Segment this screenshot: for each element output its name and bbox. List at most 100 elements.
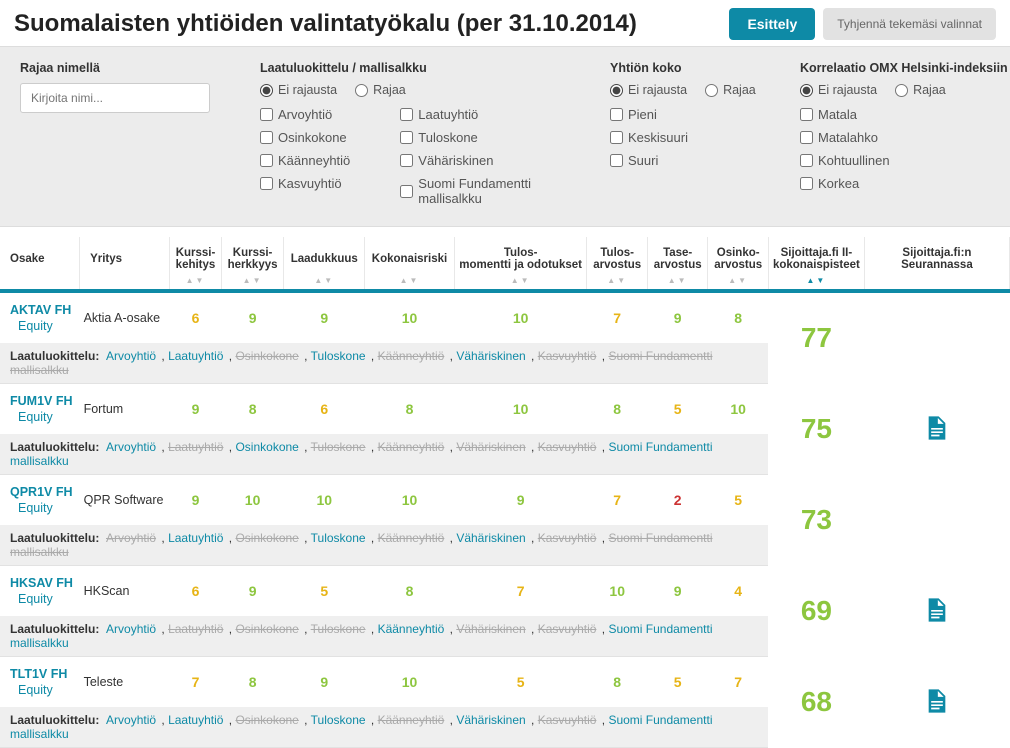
size-check-2[interactable]: Suuri <box>610 153 760 168</box>
score-cell: 9 <box>170 384 222 435</box>
doc-cell[interactable] <box>864 384 1009 475</box>
col-header-4[interactable]: Laadukkuus▲▼ <box>284 237 365 291</box>
score-cell: 8 <box>221 657 284 708</box>
size-check-1[interactable]: Keskisuuri <box>610 130 760 145</box>
ticker-cell[interactable]: TLT1V FHEquity <box>0 657 80 708</box>
doc-cell[interactable] <box>864 566 1009 657</box>
col-header-7[interactable]: Tulos-arvostus▲▼ <box>587 237 647 291</box>
ticker-cell[interactable]: AKTAV FHEquity <box>0 291 80 343</box>
quality-check-b-2[interactable]: Vähäriskinen <box>400 153 570 168</box>
tag: Osinkokone <box>235 531 298 545</box>
tag[interactable]: Vähäriskinen <box>456 531 525 545</box>
doc-cell[interactable] <box>864 657 1009 748</box>
score-cell: 7 <box>170 657 222 708</box>
corr-check-3[interactable]: Korkea <box>800 176 1010 191</box>
score-cell: 10 <box>454 291 587 343</box>
score-cell: 9 <box>454 475 587 526</box>
quality-check-b-3[interactable]: Suomi Fundamentti mallisalkku <box>400 176 570 206</box>
total-score: 75 <box>768 384 864 475</box>
col-header-3[interactable]: Kurssi-herkkyys▲▼ <box>221 237 284 291</box>
col-header-9[interactable]: Osinko-arvostus▲▼ <box>708 237 769 291</box>
score-cell: 10 <box>365 291 455 343</box>
corr-check-1[interactable]: Matalahko <box>800 130 1010 145</box>
col-header-11[interactable]: Sijoittaja.fi:n Seurannassa <box>864 237 1009 291</box>
tag: Laatuyhtiö <box>168 622 223 636</box>
score-cell: 9 <box>284 657 365 708</box>
filter-name-title: Rajaa nimellä <box>20 61 220 75</box>
corr-radio-no[interactable]: Ei rajausta <box>800 83 877 97</box>
filter-corr-title: Korrelaatio OMX Helsinki-indeksiin <box>800 61 1010 75</box>
tag[interactable]: Arvoyhtiö <box>106 349 156 363</box>
score-cell: 8 <box>587 657 647 708</box>
col-header-10[interactable]: Sijoittaja.fi II-kokonaispisteet▲▼ <box>768 237 864 291</box>
doc-cell <box>864 475 1009 566</box>
quality-check-a-0[interactable]: Arvoyhtiö <box>260 107 350 122</box>
tag[interactable]: Laatuyhtiö <box>168 531 223 545</box>
quality-check-b-0[interactable]: Laatuyhtiö <box>400 107 570 122</box>
score-cell: 10 <box>365 657 455 708</box>
quality-check-a-1[interactable]: Osinkokone <box>260 130 350 145</box>
tag[interactable]: Osinkokone <box>235 440 298 454</box>
score-cell: 5 <box>454 657 587 708</box>
corr-check-0[interactable]: Matala <box>800 107 1010 122</box>
score-cell: 6 <box>170 566 222 617</box>
score-cell: 6 <box>170 291 222 343</box>
col-header-8[interactable]: Tase-arvostus▲▼ <box>647 237 707 291</box>
tag[interactable]: Vähäriskinen <box>456 713 525 727</box>
tag: Käänneyhtiö <box>378 349 445 363</box>
company-cell: QPR Software <box>80 475 170 526</box>
tag[interactable]: Käänneyhtiö <box>378 622 445 636</box>
total-score: 77 <box>768 291 864 384</box>
quality-radio-no[interactable]: Ei rajausta <box>260 83 337 97</box>
tag: Käänneyhtiö <box>378 440 445 454</box>
size-check-0[interactable]: Pieni <box>610 107 760 122</box>
doc-cell <box>864 291 1009 384</box>
col-header-0[interactable]: Osake <box>0 237 80 291</box>
col-header-5[interactable]: Kokonaisriski▲▼ <box>365 237 455 291</box>
score-cell: 9 <box>221 291 284 343</box>
score-cell: 7 <box>587 475 647 526</box>
tag[interactable]: Tuloskone <box>311 713 366 727</box>
tag: Vähäriskinen <box>456 440 525 454</box>
name-input[interactable] <box>20 83 210 113</box>
tag[interactable]: Arvoyhtiö <box>106 622 156 636</box>
size-radio-yes[interactable]: Rajaa <box>705 83 756 97</box>
tag[interactable]: Laatuyhtiö <box>168 349 223 363</box>
document-icon[interactable] <box>927 700 947 716</box>
tag: Käänneyhtiö <box>378 713 445 727</box>
quality-check-a-3[interactable]: Kasvuyhtiö <box>260 176 350 191</box>
score-cell: 8 <box>365 384 455 435</box>
clear-selections-button[interactable]: Tyhjennä tekemäsi valinnat <box>823 8 996 40</box>
quality-check-b-1[interactable]: Tuloskone <box>400 130 570 145</box>
ticker-cell[interactable]: HKSAV FHEquity <box>0 566 80 617</box>
tag[interactable]: Arvoyhtiö <box>106 713 156 727</box>
tag: Osinkokone <box>235 349 298 363</box>
corr-check-2[interactable]: Kohtuullinen <box>800 153 1010 168</box>
tag[interactable]: Laatuyhtiö <box>168 713 223 727</box>
intro-button[interactable]: Esittely <box>729 8 815 40</box>
col-header-6[interactable]: Tulos-momentti ja odotukset▲▼ <box>454 237 587 291</box>
company-cell: Teleste <box>80 657 170 708</box>
document-icon[interactable] <box>927 427 947 443</box>
tag[interactable]: Vähäriskinen <box>456 349 525 363</box>
ticker-cell[interactable]: QPR1V FHEquity <box>0 475 80 526</box>
tag: Käänneyhtiö <box>378 531 445 545</box>
ticker-cell[interactable]: FUM1V FHEquity <box>0 384 80 435</box>
total-score: 68 <box>768 657 864 748</box>
tag[interactable]: Tuloskone <box>311 349 366 363</box>
filter-panel: Rajaa nimellä Laatuluokittelu / mallisal… <box>0 46 1010 227</box>
total-score: 73 <box>768 475 864 566</box>
tag: Osinkokone <box>235 622 298 636</box>
table-row: FUM1V FHEquityFortum986810851075 <box>0 384 1010 435</box>
size-radio-no[interactable]: Ei rajausta <box>610 83 687 97</box>
tag: Tuloskone <box>311 440 366 454</box>
document-icon[interactable] <box>927 609 947 625</box>
quality-radio-yes[interactable]: Rajaa <box>355 83 406 97</box>
corr-radio-yes[interactable]: Rajaa <box>895 83 946 97</box>
tag[interactable]: Arvoyhtiö <box>106 440 156 454</box>
col-header-1[interactable]: Yritys <box>80 237 170 291</box>
col-header-2[interactable]: Kurssi-kehitys▲▼ <box>170 237 222 291</box>
filter-size-title: Yhtiön koko <box>610 61 760 75</box>
tag[interactable]: Tuloskone <box>311 531 366 545</box>
quality-check-a-2[interactable]: Käänneyhtiö <box>260 153 350 168</box>
